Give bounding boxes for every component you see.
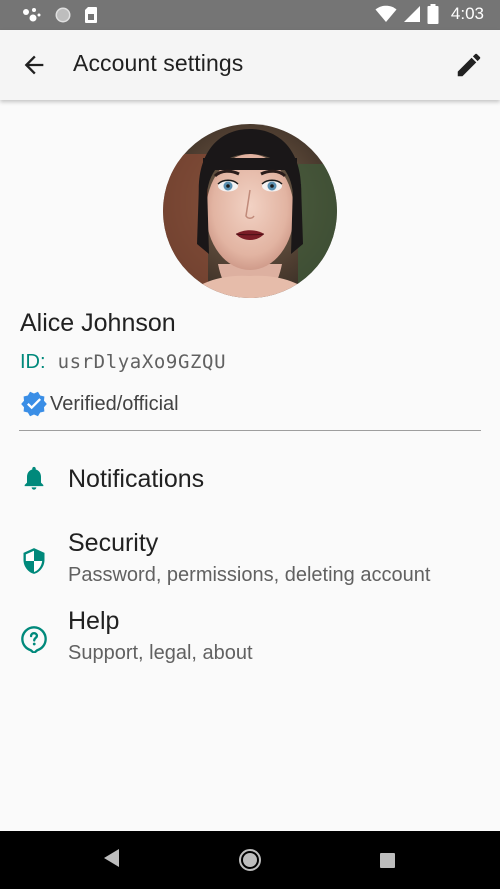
menu-title-notifications: Notifications — [68, 465, 205, 493]
screen: 4:03 Account settings Alice Johnson ID: … — [0, 0, 500, 889]
wifi-icon — [375, 5, 397, 23]
verified-badge: Verified/official — [20, 390, 179, 418]
user-id-label: ID: — [20, 351, 46, 373]
menu-title-help: Help — [68, 607, 120, 635]
menu-item-help[interactable]: Help Support, legal, about — [0, 598, 500, 670]
status-bar: 4:03 — [0, 0, 500, 30]
nav-home-icon[interactable] — [238, 848, 262, 872]
verified-text: Verified/official — [50, 392, 179, 415]
back-button[interactable] — [20, 51, 48, 79]
pencil-icon — [457, 53, 481, 77]
avatar[interactable] — [163, 124, 337, 298]
bell-icon — [24, 466, 44, 490]
nav-bar — [0, 831, 500, 889]
menu-item-security[interactable]: Security Password, permissions, deleting… — [0, 520, 500, 592]
menu-subtitle-security: Password, permissions, deleting account — [68, 564, 431, 586]
user-id-value[interactable]: usrDlyaXo9GZQU — [58, 351, 227, 373]
status-time: 4:03 — [450, 4, 484, 23]
divider — [19, 430, 481, 431]
sim-card-icon — [85, 7, 97, 23]
nav-back-icon[interactable] — [102, 848, 120, 868]
menu-subtitle-help: Support, legal, about — [68, 642, 253, 664]
user-name: Alice Johnson — [20, 309, 176, 337]
menu-title-security: Security — [68, 529, 159, 557]
signal-icon — [403, 6, 420, 22]
shield-icon — [23, 548, 45, 574]
nav-recent-apps-icon[interactable] — [380, 853, 395, 868]
user-id-row: ID: usrDlyaXo9GZQU — [20, 351, 226, 374]
status-right: 4:03 — [375, 4, 484, 24]
menu-item-notifications[interactable]: Notifications — [0, 450, 500, 510]
battery-icon — [427, 4, 439, 24]
status-left — [22, 6, 98, 24]
page-title: Account settings — [73, 50, 244, 76]
avatar-photo — [163, 124, 337, 298]
app-bar: Account settings — [0, 30, 500, 100]
circle-icon — [55, 7, 71, 23]
edit-button[interactable] — [454, 50, 484, 80]
help-icon — [21, 626, 47, 653]
verified-check-icon — [21, 391, 47, 417]
arrow-back-icon — [24, 55, 44, 75]
assistant-dots-icon — [23, 8, 41, 22]
